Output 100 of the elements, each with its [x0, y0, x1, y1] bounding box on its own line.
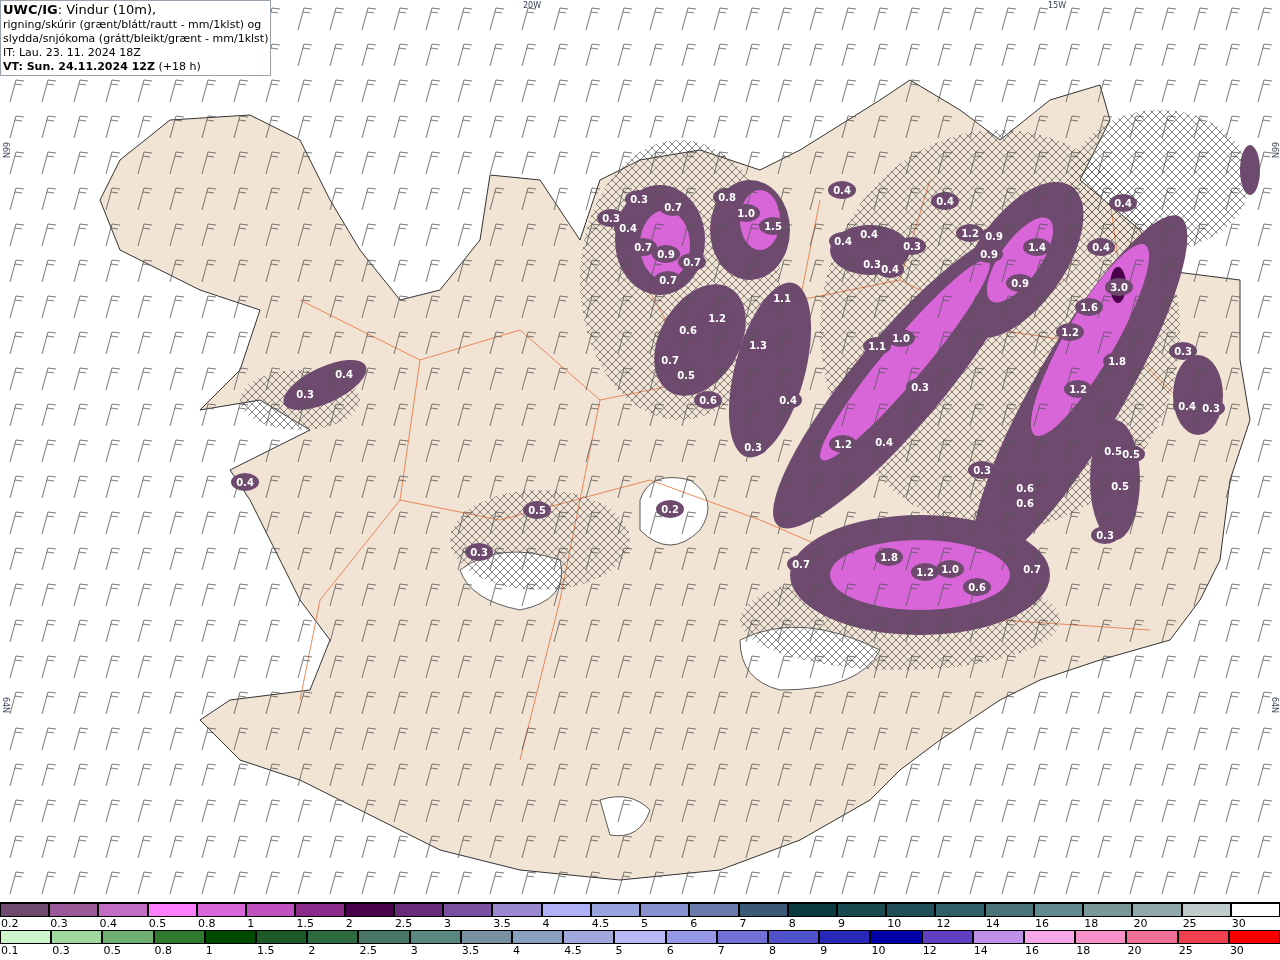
precipitation-value: 0.2: [661, 503, 679, 515]
legend-label: 0.5: [102, 944, 121, 957]
precipitation-value: 1.2: [1061, 326, 1079, 338]
precipitation-value: 1.6: [1080, 301, 1098, 313]
legend-label: 9: [819, 944, 828, 957]
legend-label: 16: [1033, 917, 1049, 930]
legend-label: 10: [870, 944, 886, 957]
legend-label: 1: [204, 944, 213, 957]
precipitation-value: 0.5: [677, 369, 695, 381]
legend-label: 8: [768, 944, 777, 957]
precipitation-value: 1.0: [941, 563, 959, 575]
precipitation-value: 0.9: [985, 230, 1003, 242]
axis-label: 66N: [1269, 141, 1279, 159]
axis-label: 15W: [1047, 0, 1067, 10]
legend-label: 20: [1126, 944, 1142, 957]
precipitation-value: 0.3: [602, 212, 620, 224]
legend-label: 1.5: [256, 944, 275, 957]
legend-label: 0.3: [49, 917, 68, 930]
precipitation-value: 0.9: [980, 248, 998, 260]
precipitation-value: 0.5: [1122, 448, 1140, 460]
precipitation-value: 0.7: [661, 354, 679, 366]
precipitation-value: 1.2: [1069, 383, 1087, 395]
caption-line: VT: Sun. 24.11.2024 12Z (+18 h): [3, 60, 202, 74]
precipitation-value: 0.6: [699, 394, 717, 406]
legend-label: 7: [738, 917, 747, 930]
precipitation-value: 1.3: [749, 339, 767, 351]
precipitation-value: 1.0: [892, 332, 910, 344]
legend-label: 0.3: [51, 944, 70, 957]
legend-label: 14: [984, 917, 1000, 930]
precipitation-value: 1.8: [880, 551, 898, 563]
precipitation-value: 1.2: [708, 312, 726, 324]
precipitation-value: 0.7: [634, 241, 652, 253]
precipitation-value: 0.7: [664, 201, 682, 213]
legend-label: 14: [972, 944, 988, 957]
axis-label: 20W: [522, 0, 542, 10]
legend-label: 0.5: [147, 917, 167, 930]
precipitation-value: 1.2: [916, 566, 934, 578]
precipitation-value: 0.4: [1092, 241, 1110, 253]
legend-label: 18: [1083, 917, 1099, 930]
precipitation-value: 0.3: [973, 464, 991, 476]
legend-label: 1: [246, 917, 255, 930]
axis-label: 64N: [1269, 696, 1279, 714]
legend-label: 30: [1228, 944, 1244, 957]
legend-label: 3: [409, 944, 418, 957]
precipitation-value: 0.9: [657, 248, 675, 260]
precipitation-value: 0.3: [903, 240, 921, 252]
legend-label: 3: [443, 917, 452, 930]
precipitation-value: 0.3: [911, 381, 929, 393]
precipitation-value: 0.7: [1023, 563, 1041, 575]
precipitation-value: 0.4: [860, 228, 878, 240]
precipitation-value: 0.3: [1174, 345, 1192, 357]
precipitation-value: 1.4: [1028, 241, 1046, 253]
precipitation-value: 1.1: [868, 340, 886, 352]
caption-line: slydda/snjókoma (grátt/bleikt/grænt - mm/1klst): [3, 32, 269, 46]
precipitation-value: 0.8: [718, 191, 736, 203]
legend-label: 5: [640, 917, 649, 930]
precipitation-value: 0.6: [968, 581, 986, 593]
precipitation-value: 1.8: [1108, 355, 1126, 367]
precipitation-value: 0.7: [683, 256, 701, 268]
legend-label: 3.5: [492, 917, 511, 930]
legend-label: 3.5: [460, 944, 480, 957]
legend-label: 0.1: [0, 944, 19, 957]
precipitation-value: 0.4: [1178, 400, 1196, 412]
precipitation-value: 1.2: [961, 227, 979, 239]
legend-label: 0.2: [0, 917, 19, 930]
precipitation-value: 0.3: [470, 546, 488, 558]
legend-label: 25: [1181, 917, 1197, 930]
precipitation-value: 0.4: [833, 184, 851, 196]
legend-label: 4.5: [563, 944, 582, 957]
precipitation-value: 0.3: [296, 388, 314, 400]
precipitation-value: 0.4: [619, 222, 637, 234]
axis-label: 66N: [0, 141, 10, 159]
precipitation-value: 0.4: [779, 394, 797, 406]
precipitation-value: 0.6: [1016, 482, 1034, 494]
precipitation-value: 0.4: [1114, 197, 1132, 209]
caption-line: IT: Lau. 23. 11. 2024 18Z: [3, 46, 142, 60]
precipitation-value: 0.3: [630, 193, 648, 205]
caption-line: UWC/IG: Vindur (10m),: [3, 2, 158, 18]
legend-label: 0.4: [98, 917, 117, 930]
precipitation-value: 0.7: [792, 558, 810, 570]
legend-label: 16: [1024, 944, 1040, 957]
legend-label: 5: [614, 944, 623, 957]
precipitation-value: 0.7: [659, 274, 677, 286]
legend-label: 4: [512, 944, 521, 957]
legend-label: 7: [716, 944, 725, 957]
legend-label: 1.5: [295, 917, 314, 930]
legend-label: 12: [935, 917, 951, 930]
legend-label: 9: [837, 917, 845, 930]
legend-label: 8: [787, 917, 796, 930]
precipitation-value: 0.4: [335, 368, 353, 380]
legend-label: 0.8: [196, 917, 216, 930]
precipitation-value: 1.2: [834, 438, 852, 450]
precipitation-value: 1.0: [737, 207, 755, 219]
precipitation-value: 0.4: [881, 263, 899, 275]
caption-line: rigning/skúrir (grænt/blátt/rautt - mm/1klst) og: [3, 18, 263, 32]
legend-label: 2: [307, 944, 316, 957]
legend-label: 30: [1230, 917, 1246, 930]
legend-label: 6: [689, 917, 698, 930]
precipitation-value: 0.3: [1202, 402, 1220, 414]
precipitation-value: 1.5: [764, 220, 782, 232]
